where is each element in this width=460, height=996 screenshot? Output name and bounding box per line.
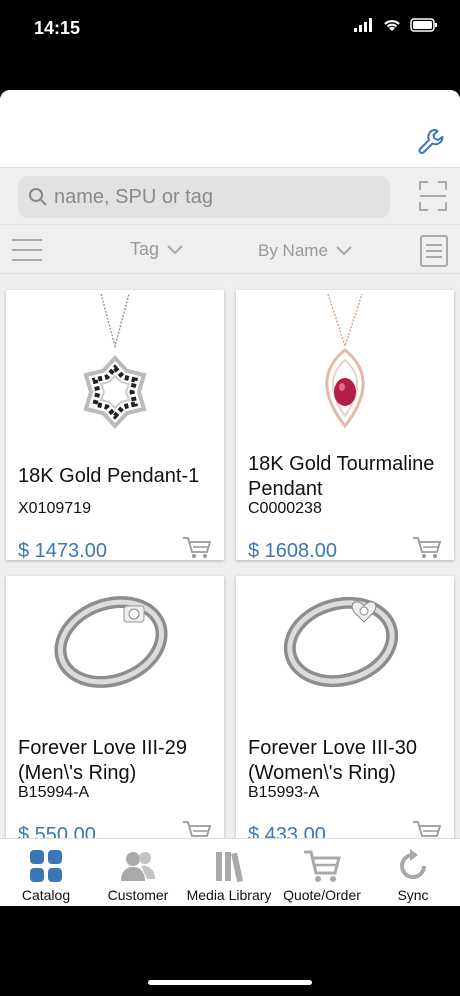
product-grid: 18K Gold Pendant-1 X0109719 $ 1473.00 18… — [0, 274, 460, 838]
product-card[interactable]: Forever Love III-29 (Men\'s Ring) B15994… — [6, 576, 224, 838]
search-icon — [29, 188, 47, 206]
product-price: $ 550.00 — [18, 824, 96, 838]
chevron-down-icon — [167, 244, 183, 254]
battery-icon — [410, 18, 437, 32]
tab-quote-order[interactable]: Quote/Order — [280, 839, 364, 906]
tab-customer[interactable]: Customer — [100, 839, 176, 906]
product-title: Forever Love III-29 (Men\'s Ring) — [18, 737, 187, 784]
search-row — [0, 168, 460, 224]
wrench-settings-icon[interactable] — [416, 126, 446, 156]
customer-icon — [121, 852, 155, 881]
status-bar: 14:15 — [0, 0, 460, 60]
product-code: C0000238 — [248, 500, 322, 517]
search-input[interactable] — [54, 182, 384, 212]
add-to-cart-icon[interactable] — [412, 820, 442, 838]
catalog-grid-icon — [30, 850, 62, 882]
scan-icon[interactable] — [418, 180, 448, 212]
status-icons — [354, 18, 438, 32]
ring-image — [54, 596, 168, 688]
product-price: $ 1608.00 — [248, 540, 337, 562]
product-card[interactable]: 18K Gold Tourmaline Pendant C0000238 $ 1… — [236, 290, 454, 562]
add-to-cart-icon[interactable] — [412, 536, 442, 560]
bottom-tab-bar: Catalog Customer Media Library Quote/Ord… — [0, 838, 460, 906]
signal-icon — [354, 18, 372, 32]
tag-filter-dropdown[interactable]: Tag — [130, 239, 183, 260]
tab-label: Catalog — [21, 887, 71, 903]
menu-icon[interactable] — [12, 237, 42, 263]
media-library-icon — [216, 852, 244, 883]
list-view-icon[interactable] — [420, 235, 448, 267]
home-indicator[interactable] — [148, 980, 312, 985]
product-code: X0109719 — [18, 500, 91, 517]
search-box[interactable] — [18, 176, 390, 218]
tab-sync[interactable]: Sync — [390, 839, 436, 906]
app-sheet: Tag By Name 18K Gold Pendant-1 X0109719 … — [0, 90, 460, 906]
tag-filter-label: Tag — [130, 239, 160, 259]
filter-row: Tag By Name — [0, 224, 460, 274]
product-code: B15994-A — [18, 784, 90, 801]
top-bar — [0, 90, 460, 168]
pendant-image — [83, 293, 147, 429]
add-to-cart-icon[interactable] — [182, 536, 212, 560]
product-price: $ 433.00 — [248, 824, 326, 838]
tab-label: Media Library — [186, 887, 272, 903]
tab-label: Quote/Order — [283, 887, 361, 903]
sort-dropdown[interactable]: By Name — [258, 241, 352, 261]
product-title: 18K Gold Pendant-1 — [18, 465, 200, 487]
chevron-down-icon — [336, 246, 352, 256]
sort-label: By Name — [258, 241, 328, 260]
product-title: Forever Love III-30 (Women\'s Ring) — [248, 737, 417, 784]
tab-catalog[interactable]: Catalog — [16, 839, 76, 906]
sync-icon — [400, 849, 426, 879]
product-title: 18K Gold Tourmaline Pendant — [248, 453, 435, 500]
product-card[interactable]: 18K Gold Pendant-1 X0109719 $ 1473.00 — [6, 290, 224, 562]
tab-label: Sync — [397, 887, 429, 903]
tab-media-library[interactable]: Media Library — [184, 839, 274, 906]
pendant-image — [325, 293, 365, 429]
product-card[interactable]: Forever Love III-30 (Women\'s Ring) B159… — [236, 576, 454, 838]
cart-icon — [304, 850, 341, 882]
add-to-cart-icon[interactable] — [182, 820, 212, 838]
tab-label: Customer — [107, 887, 169, 903]
product-price: $ 1473.00 — [18, 540, 107, 562]
status-time: 14:15 — [34, 18, 81, 38]
ring-image — [283, 596, 399, 688]
product-code: B15993-A — [248, 784, 320, 801]
wifi-icon — [384, 20, 400, 31]
